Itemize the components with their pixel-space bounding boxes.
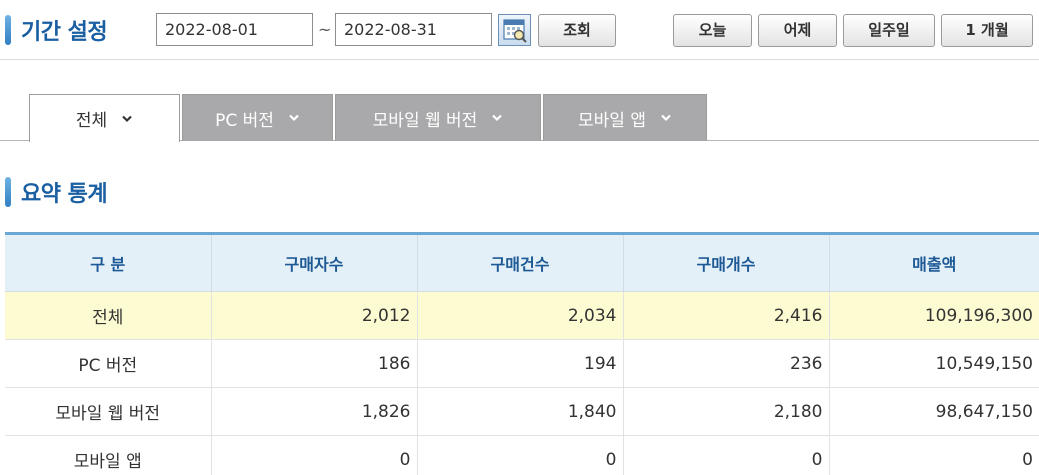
table-row: 모바일 앱 0 0 0 0 (5, 435, 1039, 475)
platform-tabs: 전체 PC 버전 모바일 웹 버전 모바일 앱 (0, 94, 1039, 142)
row-label: 모바일 앱 (5, 435, 212, 475)
buyers-cell: 186 (211, 339, 418, 388)
orders-cell: 2,034 (417, 291, 624, 340)
buyers-cell: 2,012 (211, 291, 418, 340)
buyers-cell: 0 (211, 435, 418, 475)
tab-all-label: 전체 (75, 111, 108, 131)
end-date-input[interactable] (335, 13, 492, 46)
items-cell: 0 (623, 435, 830, 475)
calendar-search-icon (503, 19, 527, 43)
buyers-cell: 1,826 (211, 387, 418, 436)
tab-pc-label: PC 버전 (215, 110, 274, 131)
quick-month-button[interactable]: 1 개월 (941, 14, 1033, 47)
title-accent-bar (5, 177, 11, 207)
chevron-down-icon (660, 112, 672, 124)
period-title: 기간 설정 (5, 14, 108, 46)
table-row: PC 버전 186 194 236 10,549,150 (5, 339, 1039, 388)
start-date-input[interactable] (156, 13, 313, 46)
column-header: 구매자수 (211, 232, 418, 292)
summary-title: 요약 통계 (5, 176, 108, 208)
title-accent-bar (5, 15, 11, 45)
tab-mobile-web-label: 모바일 웹 버전 (372, 110, 478, 131)
row-label: 전체 (5, 291, 212, 340)
chevron-down-icon (121, 113, 133, 125)
items-cell: 2,416 (623, 291, 830, 340)
column-header: 구 분 (5, 232, 212, 292)
table-header-row: 구 분 구매자수 구매건수 구매개수 매출액 (5, 232, 1039, 292)
chevron-down-icon (491, 112, 503, 124)
tab-all[interactable]: 전체 (29, 94, 180, 142)
sales-cell: 98,647,150 (829, 387, 1039, 436)
sales-cell: 0 (829, 435, 1039, 475)
tab-mobile-app[interactable]: 모바일 앱 (543, 94, 707, 141)
quick-week-button[interactable]: 일주일 (843, 14, 935, 47)
orders-cell: 1,840 (417, 387, 624, 436)
items-cell: 236 (623, 339, 830, 388)
tab-mobile-web[interactable]: 모바일 웹 버전 (335, 94, 541, 141)
row-label: 모바일 웹 버전 (5, 387, 212, 436)
sales-cell: 109,196,300 (829, 291, 1039, 340)
sales-cell: 10,549,150 (829, 339, 1039, 388)
period-title-text: 기간 설정 (21, 20, 108, 45)
quick-today-button[interactable]: 오늘 (673, 14, 752, 47)
table-row-total: 전체 2,012 2,034 2,416 109,196,300 (5, 291, 1039, 340)
period-setting-bar: 기간 설정 ~ 조회 오늘 어제 일주일 1 개월 (0, 0, 1039, 60)
tab-pc[interactable]: PC 버전 (182, 94, 333, 141)
calendar-button[interactable] (498, 14, 531, 46)
summary-title-text: 요약 통계 (21, 182, 108, 207)
orders-cell: 194 (417, 339, 624, 388)
column-header: 구매개수 (623, 232, 830, 292)
summary-table: 구 분 구매자수 구매건수 구매개수 매출액 전체 2,012 2,034 2,… (5, 232, 1039, 475)
date-separator: ~ (318, 20, 332, 39)
row-label: PC 버전 (5, 339, 212, 388)
column-header: 매출액 (829, 232, 1039, 292)
chevron-down-icon (288, 112, 300, 124)
table-row: 모바일 웹 버전 1,826 1,840 2,180 98,647,150 (5, 387, 1039, 436)
items-cell: 2,180 (623, 387, 830, 436)
orders-cell: 0 (417, 435, 624, 475)
search-button[interactable]: 조회 (538, 14, 616, 47)
quick-yesterday-button[interactable]: 어제 (758, 14, 837, 47)
tab-mobile-app-label: 모바일 앱 (578, 110, 646, 131)
column-header: 구매건수 (417, 232, 624, 292)
